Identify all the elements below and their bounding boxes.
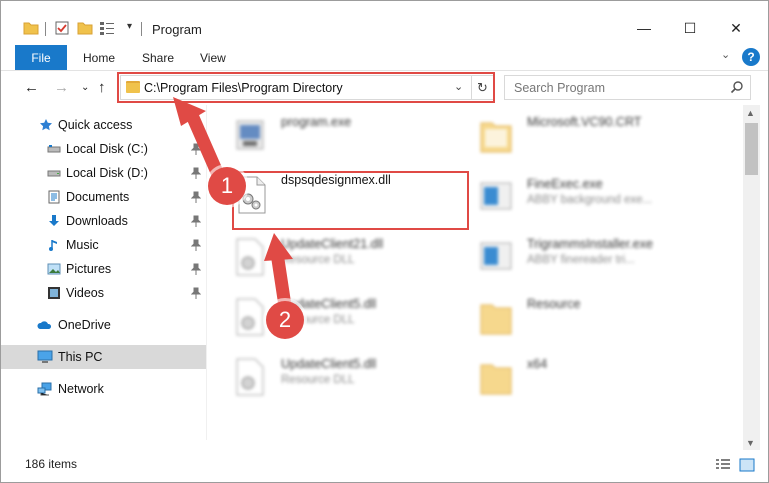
step-1-callout: 1 — [208, 167, 246, 205]
annotation-arrows — [173, 97, 294, 326]
step-2-callout: 2 — [266, 301, 304, 339]
explorer-window: ▾ Program — ☐ ✕ File Home Share View ⌄ ?… — [0, 0, 769, 483]
